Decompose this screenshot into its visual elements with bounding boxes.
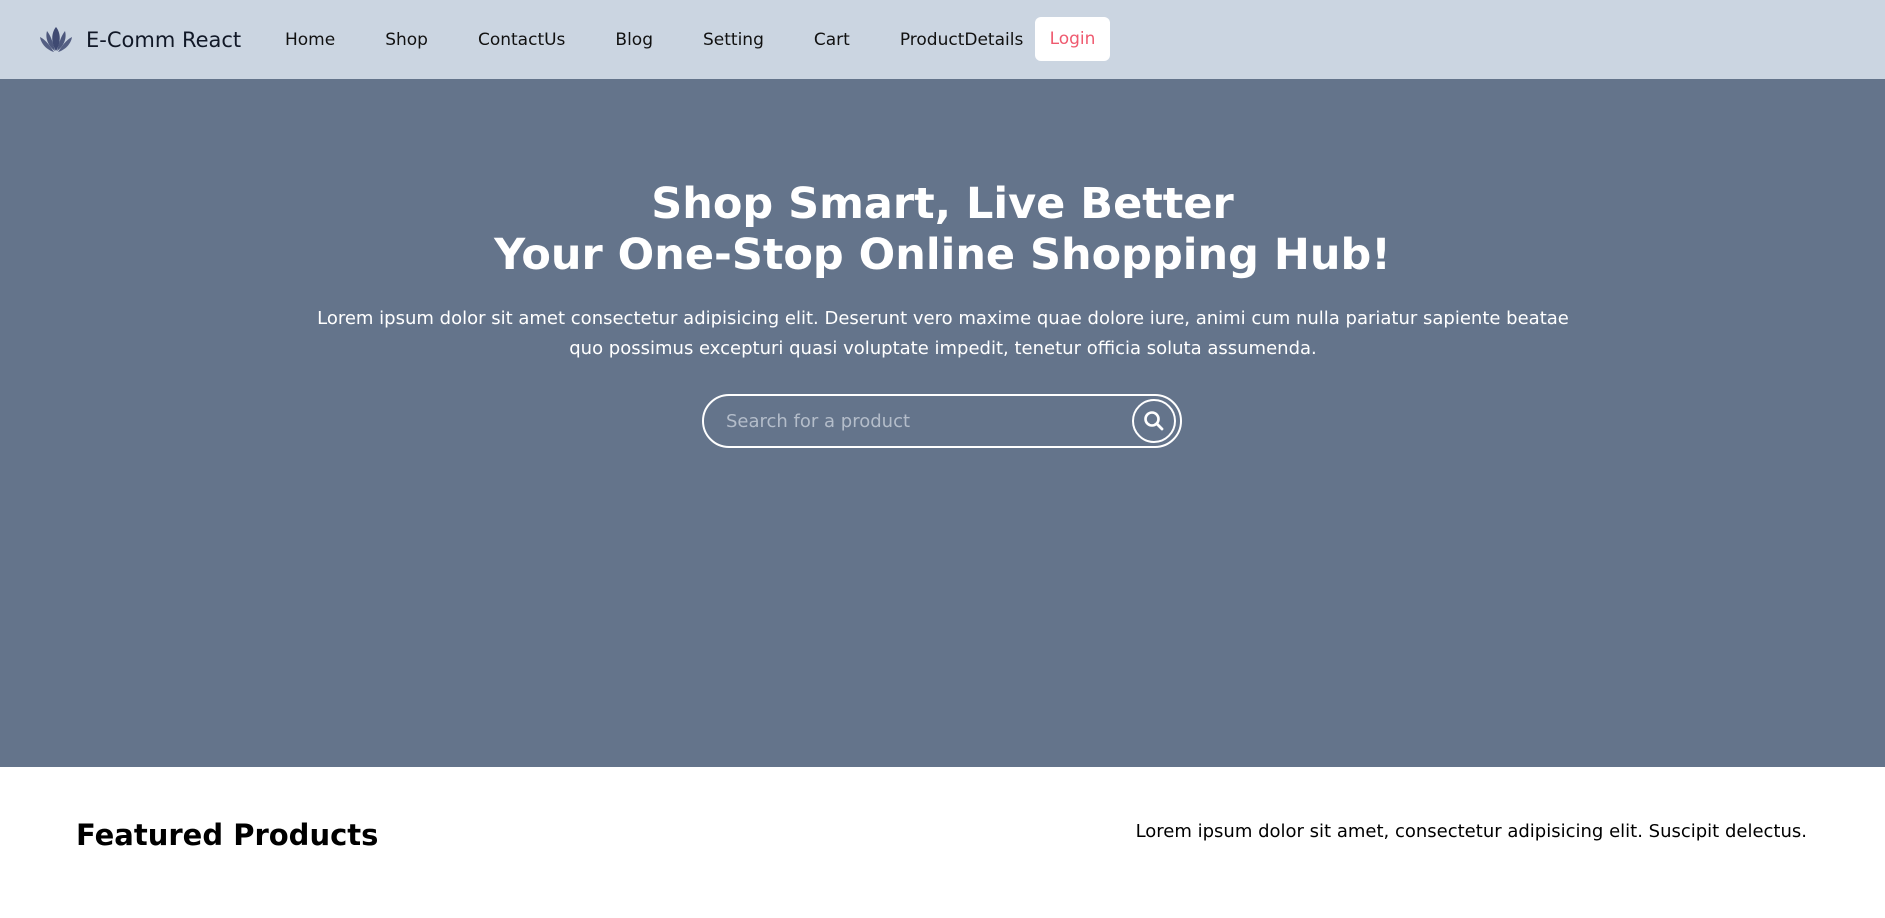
hero-title-line2: Your One-Stop Online Shopping Hub! xyxy=(494,230,1391,280)
nav-link-setting[interactable]: Setting xyxy=(703,30,764,50)
nav-links: Home Shop ContactUs Blog Setting Cart Pr… xyxy=(260,0,1048,79)
nav-link-shop[interactable]: Shop xyxy=(385,30,428,50)
brand[interactable]: E-Comm React xyxy=(38,22,241,58)
nav-link-cart[interactable]: Cart xyxy=(814,30,850,50)
nav-link-home[interactable]: Home xyxy=(285,30,335,50)
hero-description: Lorem ipsum dolor sit amet consectetur a… xyxy=(317,308,1569,359)
login-button[interactable]: Login xyxy=(1035,17,1110,61)
navbar: E-Comm React Home Shop ContactUs Blog Se… xyxy=(0,0,1885,79)
brand-name: E-Comm React xyxy=(86,28,242,52)
lotus-logo-icon xyxy=(38,24,74,56)
nav-link-blog[interactable]: Blog xyxy=(615,30,653,50)
hero-title: Shop Smart, Live Better Your One-Stop On… xyxy=(0,179,1885,281)
hero-section: Shop Smart, Live Better Your One-Stop On… xyxy=(0,79,1885,767)
search-input[interactable] xyxy=(724,409,1132,433)
featured-description: Lorem ipsum dolor sit amet, consectetur … xyxy=(1135,821,1807,842)
search-button[interactable] xyxy=(1132,399,1176,443)
nav-link-contactus[interactable]: ContactUs xyxy=(478,30,565,50)
search-icon xyxy=(1143,410,1165,432)
featured-title: Featured Products xyxy=(76,818,379,852)
search-bar xyxy=(702,394,1182,448)
hero-title-line1: Shop Smart, Live Better xyxy=(651,179,1234,229)
nav-link-productdetails[interactable]: ProductDetails xyxy=(900,30,1023,50)
